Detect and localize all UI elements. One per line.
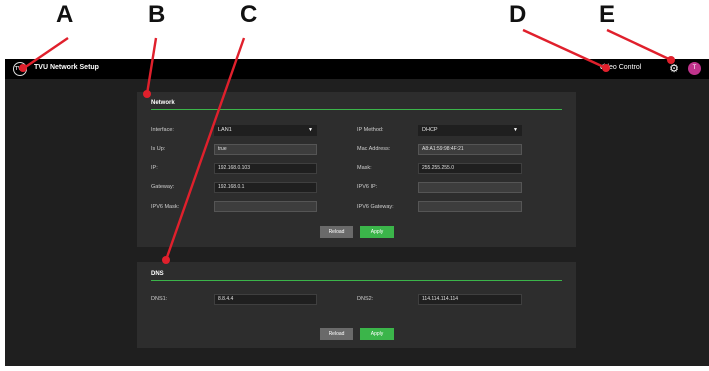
- chevron-down-icon: ▼: [308, 127, 313, 133]
- app-window: TVU TVU Network Setup Video Control ⚙ T …: [5, 59, 709, 366]
- mask-label: Mask:: [357, 165, 372, 171]
- callout-d: D: [509, 1, 527, 28]
- callout-a: A: [56, 1, 74, 28]
- callout-e: E: [599, 1, 616, 28]
- screenshot-stage: A B C D E TVU TVU Network Setup Video Co…: [0, 0, 709, 371]
- gateway-field[interactable]: 192.168.0.1: [214, 182, 317, 193]
- network-title-divider: [151, 109, 562, 110]
- avatar[interactable]: T: [688, 62, 701, 75]
- ip-label: IP:: [151, 165, 158, 171]
- ip-field[interactable]: 192.168.0.103: [214, 163, 317, 174]
- interface-select[interactable]: LAN1 ▼: [214, 125, 317, 136]
- dns-title-divider: [151, 280, 562, 281]
- ip-method-select-value: DHCP: [422, 127, 438, 133]
- ipv6-mask-label: IPV6 Mask:: [151, 204, 180, 210]
- interface-label: Interface:: [151, 127, 174, 133]
- network-reload-button[interactable]: Reload: [320, 226, 353, 238]
- marker-e: [667, 56, 675, 64]
- ipv6-gateway-label: IPV6 Gateway:: [357, 204, 394, 210]
- ipv6-ip-label: IPV6 IP:: [357, 184, 378, 190]
- network-panel-title: Network: [151, 100, 175, 106]
- marker-a: [19, 64, 27, 72]
- app-title: TVU Network Setup: [34, 64, 99, 71]
- dns1-field[interactable]: 8.8.4.4: [214, 294, 317, 305]
- is-up-field[interactable]: true: [214, 144, 317, 155]
- mask-field[interactable]: 255.255.255.0: [418, 163, 522, 174]
- network-panel: Network Interface: LAN1 ▼ IP Method: DHC…: [137, 92, 576, 247]
- ip-method-select[interactable]: DHCP ▼: [418, 125, 522, 136]
- dns-panel: DNS DNS1: 8.8.4.4 DNS2: 114.114.114.114 …: [137, 262, 576, 348]
- ipv6-mask-field[interactable]: [214, 201, 317, 212]
- ipv6-gateway-field[interactable]: [418, 201, 522, 212]
- network-apply-button[interactable]: Apply: [360, 226, 394, 238]
- callout-c: C: [240, 1, 258, 28]
- is-up-label: Is Up:: [151, 146, 166, 152]
- callout-b: B: [148, 1, 166, 28]
- interface-select-value: LAN1: [218, 127, 232, 133]
- gateway-label: Gateway:: [151, 184, 175, 190]
- dns2-label: DNS2:: [357, 296, 374, 302]
- dns-reload-button[interactable]: Reload: [320, 328, 353, 340]
- dns1-label: DNS1:: [151, 296, 168, 302]
- chevron-down-icon: ▼: [513, 127, 518, 133]
- dns2-field[interactable]: 114.114.114.114: [418, 294, 522, 305]
- arrow-e: [606, 28, 672, 62]
- mac-address-field[interactable]: A8:A1:59:98:4F:21: [418, 144, 522, 155]
- marker-b: [143, 90, 151, 98]
- gear-icon[interactable]: ⚙: [668, 63, 680, 75]
- ip-method-label: IP Method:: [357, 127, 384, 133]
- mac-address-label: Mac Address:: [357, 146, 391, 152]
- dns-apply-button[interactable]: Apply: [360, 328, 394, 340]
- marker-d: [602, 64, 610, 72]
- dns-panel-title: DNS: [151, 271, 164, 277]
- marker-c: [162, 256, 170, 264]
- ipv6-ip-field[interactable]: [418, 182, 522, 193]
